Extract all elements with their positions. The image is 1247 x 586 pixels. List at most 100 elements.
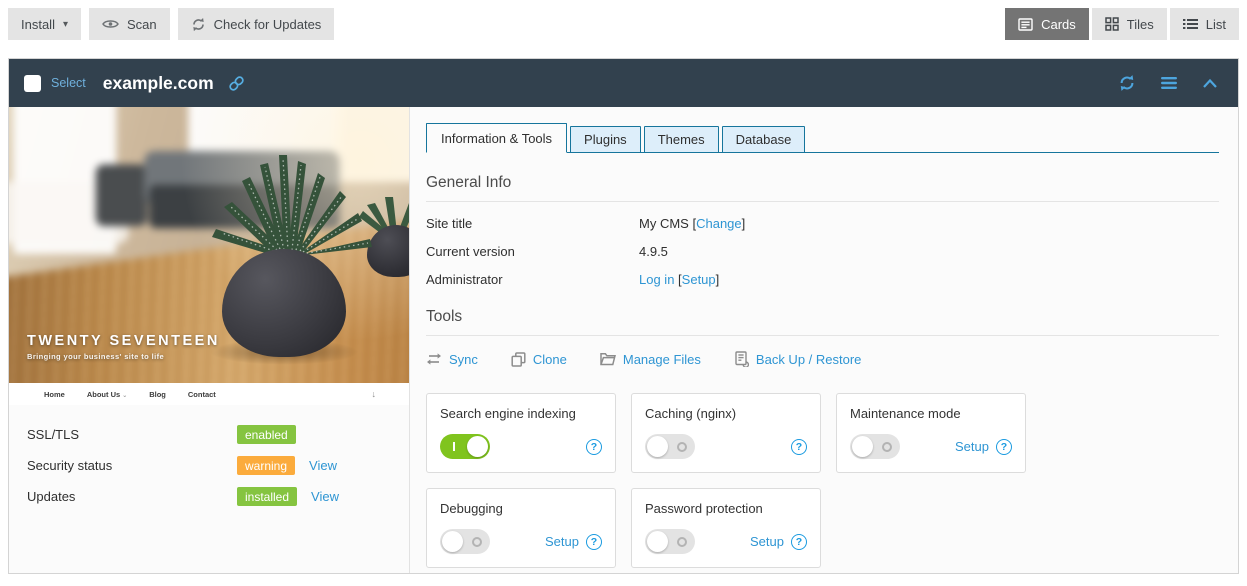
caching-toggle[interactable] [645, 434, 695, 459]
feature-title: Maintenance mode [850, 406, 1012, 421]
caret-down-icon: ▾ [63, 19, 68, 30]
general-info-rows: Site title My CMS [Change] Current versi… [426, 216, 1219, 287]
check-for-updates-label: Check for Updates [214, 17, 322, 32]
info-label: Administrator [426, 272, 639, 287]
nav-caret-icon: ⌄ [122, 393, 127, 399]
preview-site-title: TWENTY SEVENTEEN [27, 333, 220, 349]
status-label: Updates [27, 489, 237, 504]
sync-link[interactable]: Sync [426, 352, 478, 367]
domain-title: example.com [103, 73, 214, 94]
feature-title: Password protection [645, 501, 807, 516]
detail-tabs: Information & Tools Plugins Themes Datab… [426, 123, 1219, 153]
status-row-ssl: SSL/TLS enabled [27, 425, 409, 444]
sync-icon [426, 352, 442, 366]
list-view-icon [1183, 18, 1198, 30]
password-protection-toggle[interactable] [645, 529, 695, 554]
help-icon[interactable]: ? [586, 534, 602, 550]
clone-link[interactable]: Clone [511, 352, 567, 367]
help-icon[interactable]: ? [791, 534, 807, 550]
feature-cards: Search engine indexing ? Caching (nginx) [426, 393, 1036, 568]
feature-card-maintenance: Maintenance mode Setup ? [836, 393, 1026, 473]
view-list-label: List [1206, 17, 1226, 32]
preview-site-heading: TWENTY SEVENTEEN Bringing your business'… [27, 333, 220, 361]
site-card-header: Select example.com [9, 59, 1238, 107]
updates-view-link[interactable]: View [311, 489, 339, 504]
tab-information-tools[interactable]: Information & Tools [426, 123, 567, 153]
view-tiles-button[interactable]: Tiles [1092, 8, 1167, 40]
site-title-value: My CMS [Change] [639, 216, 745, 231]
view-cards-label: Cards [1041, 17, 1076, 32]
backup-icon [734, 351, 749, 367]
feature-title: Debugging [440, 501, 602, 516]
card-menu-icon[interactable] [1160, 76, 1178, 90]
preview-nav-about: About Us⌄ [87, 390, 127, 399]
help-icon[interactable]: ? [586, 439, 602, 455]
search-indexing-toggle[interactable] [440, 434, 490, 459]
check-for-updates-button[interactable]: Check for Updates [178, 8, 335, 40]
folder-icon [600, 352, 616, 366]
toggle-off-mark [882, 442, 892, 452]
preview-nav-contact: Contact [188, 390, 216, 399]
clone-icon [511, 352, 526, 367]
view-cards-button[interactable]: Cards [1005, 8, 1089, 40]
security-view-link[interactable]: View [309, 458, 337, 473]
feature-card-debugging: Debugging Setup ? [426, 488, 616, 568]
feature-card-search-indexing: Search engine indexing ? [426, 393, 616, 473]
maintenance-toggle[interactable] [850, 434, 900, 459]
select-checkbox[interactable] [24, 75, 41, 92]
feature-title: Search engine indexing [440, 406, 602, 421]
manage-files-link[interactable]: Manage Files [600, 352, 701, 367]
refresh-card-icon[interactable] [1118, 74, 1136, 92]
toggle-knob [852, 436, 873, 457]
info-row-administrator: Administrator Log in [Setup] [426, 272, 1219, 287]
backup-restore-link[interactable]: Back Up / Restore [734, 351, 862, 367]
toggle-off-mark [677, 537, 687, 547]
scan-button[interactable]: Scan [89, 8, 170, 40]
status-badge-enabled: enabled [237, 425, 296, 444]
debugging-setup-link[interactable]: Setup [545, 534, 579, 549]
tools-heading: Tools [426, 308, 1219, 336]
top-toolbar: Install ▾ Scan Check for Updates Cards T… [0, 0, 1247, 40]
tab-database[interactable]: Database [722, 126, 806, 153]
feature-card-caching: Caching (nginx) ? [631, 393, 821, 473]
open-site-link-icon[interactable] [228, 75, 245, 92]
tool-links: Sync Clone Manage Files Back Up / Restor… [426, 351, 1219, 367]
toggle-knob [647, 436, 668, 457]
eye-icon [102, 18, 119, 30]
view-list-button[interactable]: List [1170, 8, 1239, 40]
header-actions [1118, 74, 1218, 92]
help-icon[interactable]: ? [791, 439, 807, 455]
site-status-list: SSL/TLS enabled Security status warning … [9, 405, 409, 506]
select-label[interactable]: Select [51, 76, 86, 90]
password-setup-link[interactable]: Setup [750, 534, 784, 549]
help-icon[interactable]: ? [996, 439, 1012, 455]
site-preview-image: TWENTY SEVENTEEN Bringing your business'… [9, 107, 409, 405]
administrator-value: Log in [Setup] [639, 272, 719, 287]
status-row-security: Security status warning View [27, 456, 409, 475]
site-card: Select example.com [8, 58, 1239, 574]
install-button-label: Install [21, 17, 55, 32]
toggle-knob [442, 531, 463, 552]
action-buttons: Install ▾ Scan Check for Updates [8, 8, 334, 40]
info-label: Current version [426, 244, 639, 259]
version-value: 4.9.5 [639, 244, 668, 259]
tab-themes[interactable]: Themes [644, 126, 719, 153]
toggle-off-mark [472, 537, 482, 547]
scroll-down-icon: ↓ [372, 389, 377, 399]
toggle-knob [647, 531, 668, 552]
log-in-link[interactable]: Log in [639, 272, 674, 287]
tab-plugins[interactable]: Plugins [570, 126, 641, 153]
scan-button-label: Scan [127, 17, 157, 32]
maintenance-setup-link[interactable]: Setup [955, 439, 989, 454]
debugging-toggle[interactable] [440, 529, 490, 554]
install-button[interactable]: Install ▾ [8, 8, 81, 40]
change-site-title-link[interactable]: Change [696, 216, 742, 231]
status-badge-installed: installed [237, 487, 297, 506]
view-switcher: Cards Tiles List [1005, 8, 1239, 40]
toggle-knob [467, 436, 488, 457]
status-label: Security status [27, 458, 237, 473]
admin-setup-link[interactable]: Setup [682, 272, 716, 287]
collapse-card-icon[interactable] [1202, 78, 1218, 89]
tiles-view-icon [1105, 17, 1119, 31]
general-info-heading: General Info [426, 174, 1219, 202]
